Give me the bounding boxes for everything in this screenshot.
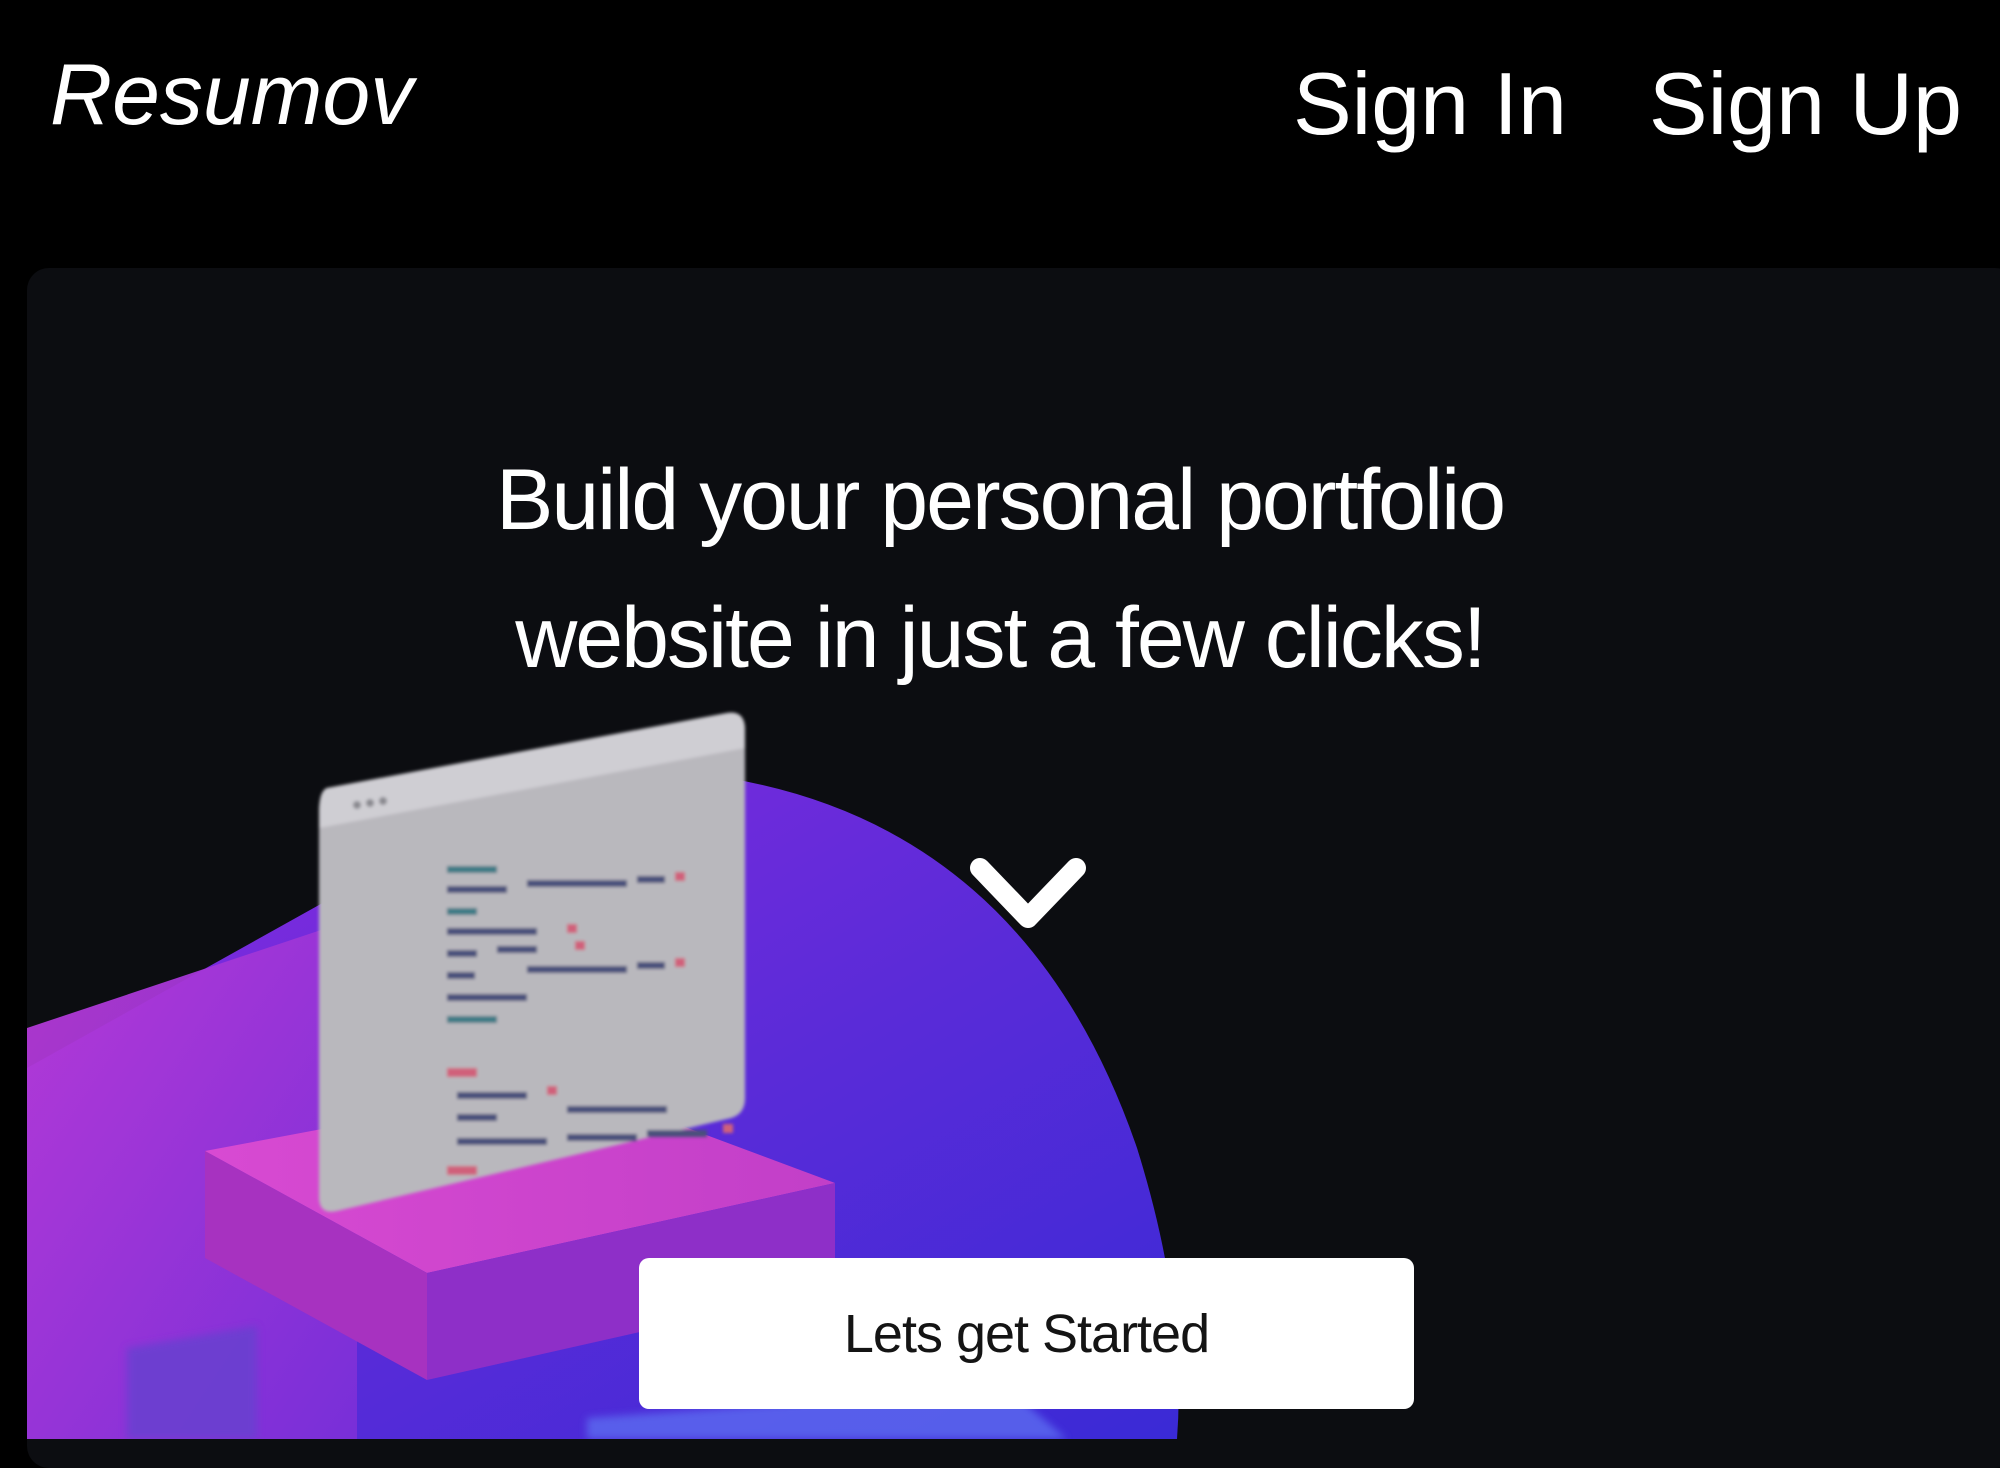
brand-logo[interactable]: Resumov: [50, 52, 413, 138]
chevron-down-icon[interactable]: [966, 850, 1090, 940]
sign-up-link[interactable]: Sign Up: [1649, 60, 1962, 148]
top-navbar: Resumov Sign In Sign Up: [0, 0, 2000, 268]
hero-headline-line-2: website in just a few clicks!: [515, 590, 1487, 686]
nav-links: Sign In Sign Up: [1293, 60, 1962, 148]
sign-in-link[interactable]: Sign In: [1293, 60, 1567, 148]
hero-headline-line-1: Build your personal portfolio: [495, 452, 1506, 548]
get-started-button[interactable]: Lets get Started: [639, 1258, 1414, 1409]
